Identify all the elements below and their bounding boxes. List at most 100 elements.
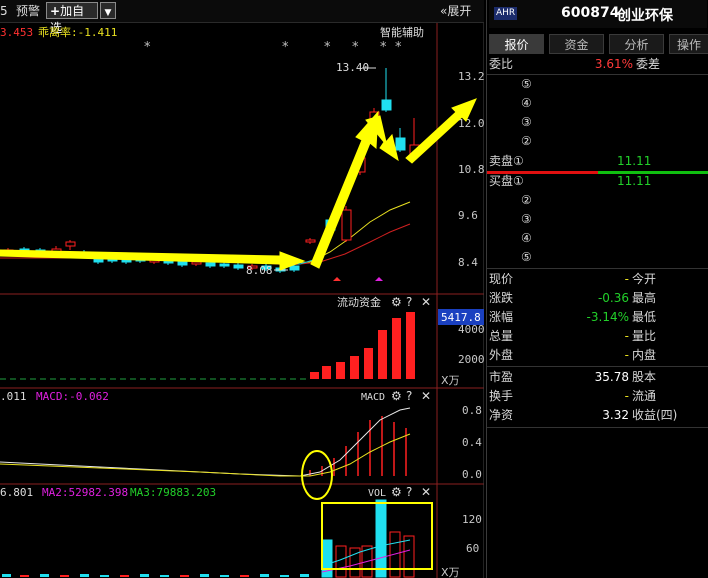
- tab-quote[interactable]: 报价: [489, 34, 544, 54]
- buy-level-3: ③: [521, 212, 532, 226]
- funds-bar: [378, 330, 387, 379]
- buy1-label: 买盘①: [489, 174, 524, 188]
- star-marker: *: [352, 40, 359, 55]
- smart-assist-label[interactable]: 智能辅助: [380, 25, 424, 39]
- stock-name: 创业环保: [617, 8, 673, 24]
- toolbar-partial-item[interactable]: 5: [0, 3, 8, 19]
- funds-bar: [322, 366, 331, 379]
- stat-value: -: [624, 348, 629, 362]
- sell-level-2: ②: [521, 134, 532, 148]
- stat-value: -3.14%: [586, 310, 629, 324]
- buy-level-2: ②: [521, 193, 532, 207]
- stat-value: 3.32: [602, 408, 629, 422]
- vol-ma2: MA2:52982.398: [42, 486, 128, 499]
- bias-label: 乖离率:-1.411: [38, 25, 117, 39]
- help-icon[interactable]: ?: [406, 295, 412, 309]
- help-icon[interactable]: ?: [406, 485, 412, 499]
- stock-code: 600874: [561, 5, 620, 21]
- star-marker: *: [324, 40, 331, 55]
- alert-button[interactable]: 预警: [16, 3, 40, 19]
- candle-down: [177, 261, 188, 266]
- stat-label: 换手: [489, 389, 514, 403]
- volume-bar: [2, 574, 11, 577]
- stat-row: 总量 - 量比: [489, 327, 707, 345]
- candle-up: [341, 209, 352, 241]
- close-icon[interactable]: ✕: [421, 295, 431, 309]
- funds-bar: [392, 318, 401, 379]
- volume-bar: [140, 574, 149, 577]
- stat-label: 总量: [489, 329, 514, 343]
- stat-value: -0.36: [597, 291, 629, 305]
- stat-value: -: [624, 272, 629, 286]
- stat-row: 外盘 - 内盘: [489, 346, 707, 364]
- volume-bar: [375, 499, 387, 578]
- macd-tick: 0.4: [462, 436, 482, 449]
- ahr-badge[interactable]: AHR: [494, 7, 518, 20]
- gear-icon[interactable]: ⚙: [391, 389, 402, 403]
- kline-chart[interactable]: 3.453 乖离率:-1.411 智能辅助 * * * * * * 13.2 1…: [0, 23, 484, 578]
- sell-level-4: ④: [521, 96, 532, 110]
- tab-operation[interactable]: 操作: [669, 34, 708, 54]
- close-icon[interactable]: ✕: [421, 485, 431, 499]
- gear-icon[interactable]: ⚙: [391, 295, 402, 309]
- volume-bar: [160, 575, 169, 577]
- divider: [487, 427, 708, 428]
- funds-bar: [406, 312, 415, 379]
- expand-button[interactable]: «展开: [440, 3, 471, 19]
- stat-label: 量比: [632, 329, 657, 343]
- stats-block-2: 市盈 35.78 股本 换手 - 流通 净资 3.32 收益(四): [489, 368, 707, 428]
- volume-bar: [80, 574, 89, 577]
- macd-dif-line: [0, 407, 411, 477]
- volume-bar: [280, 575, 289, 577]
- vol-tick: 60: [466, 542, 479, 555]
- price-tick: 10.8: [458, 163, 484, 176]
- help-icon[interactable]: ?: [406, 389, 412, 403]
- up-marker-icon: [333, 277, 341, 281]
- stat-label: 市盈: [489, 370, 514, 384]
- stat-label: 涨跌: [489, 291, 514, 305]
- price-tick: 12.0: [458, 117, 484, 130]
- price-tick: 13.2: [458, 70, 484, 83]
- volume-bar: [300, 574, 309, 577]
- buy-level-5: ⑤: [521, 250, 532, 264]
- star-marker: *: [380, 40, 387, 55]
- stat-value: -: [624, 329, 629, 343]
- stat-row: 涨幅 -3.14% 最低: [489, 308, 707, 326]
- add-favorite-button[interactable]: +加自选: [46, 2, 98, 35]
- buy-level-4: ④: [521, 231, 532, 245]
- close-icon[interactable]: ✕: [421, 389, 431, 403]
- stat-label: 最低: [632, 310, 657, 324]
- quote-panel: AHR 600874 创业环保 报价 资金 分析 操作 委比 3.61% 委差 …: [486, 0, 708, 578]
- chart-toolbar: 5 预警 +加自选 ▼ «展开: [0, 0, 484, 35]
- volume-bar: [240, 575, 249, 577]
- dropdown-arrow-button[interactable]: ▼: [100, 2, 116, 19]
- candle-down: [219, 263, 230, 267]
- volume-bar: [120, 575, 129, 577]
- divider: [487, 268, 708, 269]
- stat-label: 现价: [489, 272, 514, 286]
- tab-analysis[interactable]: 分析: [609, 34, 664, 54]
- stat-row: 现价 - 今开: [489, 270, 707, 288]
- funds-bar: [336, 362, 345, 379]
- macd-dea-line: [0, 433, 411, 477]
- volume-bar: [40, 574, 49, 577]
- candle-up: [191, 261, 202, 265]
- divider: [487, 366, 708, 367]
- vol-ma3: MA3:79883.203: [130, 486, 216, 499]
- expand-label: 展开: [447, 4, 472, 18]
- stat-row: 换手 - 流通: [489, 387, 707, 405]
- stat-label: 今开: [632, 272, 657, 286]
- arrow-upright-annotation: [405, 98, 477, 164]
- stats-block-1: 现价 - 今开 涨跌 -0.36 最高 涨幅 -3.14% 最低 总量 - 量比 外盘 - 内盘: [489, 270, 707, 365]
- funds-bar: [350, 356, 359, 379]
- vol-unit: X万: [441, 566, 460, 578]
- star-marker: *: [395, 40, 402, 55]
- bid-ask-bar-green: [598, 171, 708, 174]
- gear-icon[interactable]: ⚙: [391, 485, 402, 499]
- tab-funds[interactable]: 资金: [549, 34, 604, 54]
- macd-histogram: [309, 416, 407, 476]
- funds-unit: X万: [441, 374, 460, 387]
- candle-up: [305, 239, 316, 243]
- funds-tick: 4000: [458, 323, 484, 336]
- candle-down: [205, 262, 216, 267]
